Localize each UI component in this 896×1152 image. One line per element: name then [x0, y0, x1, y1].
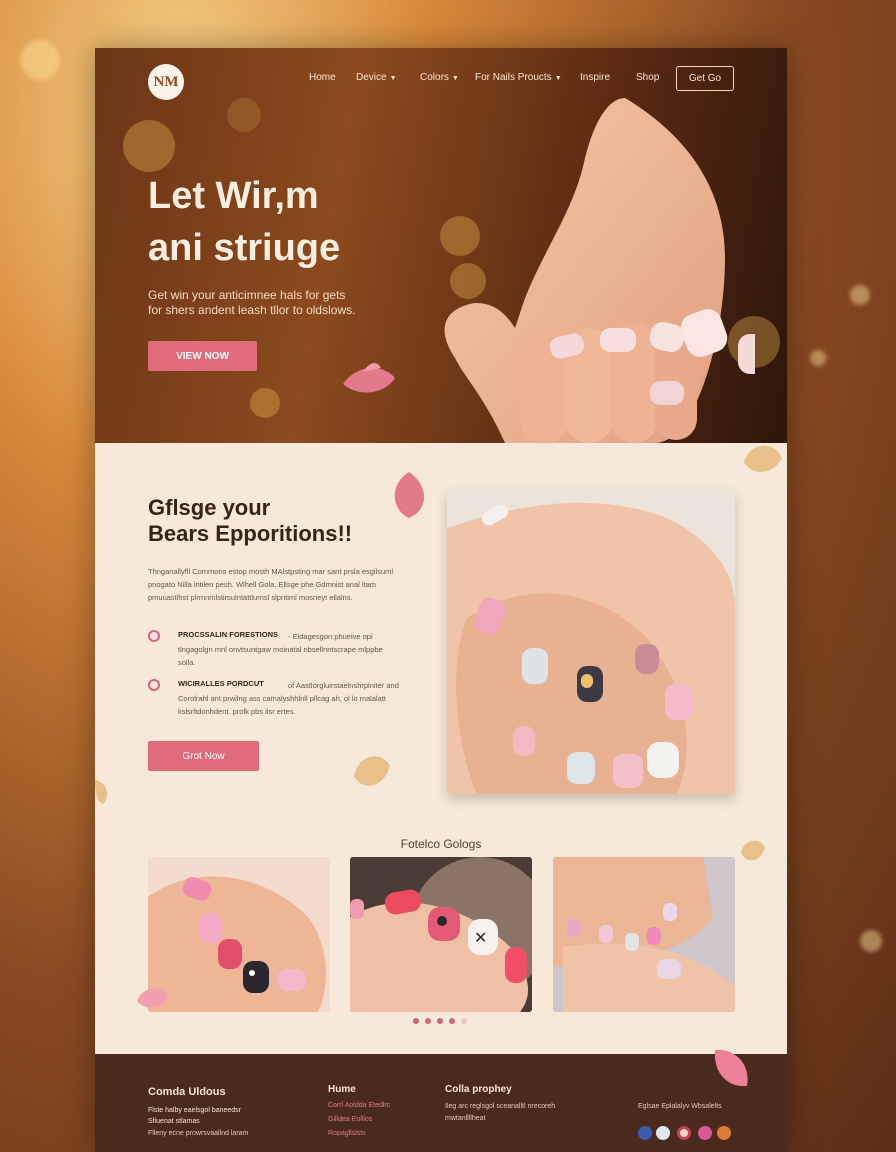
bullet-heading: WICIRALLES PORDCUT [178, 679, 264, 688]
hero-subtitle: Get win your anticimnee hals for gets fo… [148, 288, 408, 318]
hands-illustration [447, 488, 735, 794]
pagination-dot[interactable] [437, 1018, 443, 1024]
footer-heading-contact: Comda Uldous [148, 1086, 226, 1098]
hero-bokeh [227, 98, 261, 132]
feature-bullet: - Eldagesgon phueive opl tlngagolgn mnl … [148, 630, 413, 670]
gallery-pagination [413, 1018, 467, 1024]
footer-text: Flleny ecne prowrsvaallnd laram [148, 1130, 249, 1137]
feature-paragraph: Thnganallyfll Commons estop mosth MAlstp… [148, 567, 394, 602]
gallery-card[interactable] [148, 857, 330, 1012]
bullet-icon [148, 679, 160, 691]
hero-bokeh [123, 120, 175, 172]
nav-label: Inspire [580, 72, 611, 83]
nav-item-inspire[interactable]: Inspire [580, 72, 610, 83]
pagination-dot[interactable] [413, 1018, 419, 1024]
bullet-heading: PROCSSALIN FORESTIONS [178, 630, 279, 639]
landing-page: NM Home Device ▼ Colors ▼ For Nails Prouct… [95, 48, 787, 1152]
footer-text: mwtanllllheat [445, 1115, 486, 1122]
leaf-decoration [95, 780, 108, 804]
gallery-card[interactable]: ✕ [350, 857, 532, 1012]
pagination-dot[interactable] [449, 1018, 455, 1024]
hero-bokeh [250, 388, 280, 418]
gallery-image-3 [553, 857, 735, 1012]
footer-link[interactable]: Ropagllslsts [328, 1130, 366, 1137]
nav-label: For Nails Proucts [475, 72, 552, 83]
pinterest-icon[interactable] [698, 1126, 712, 1140]
chevron-down-icon: ▼ [554, 75, 562, 82]
background-bokeh [850, 285, 870, 305]
footer-text: Eglsae Eplalalyv Wbsalelts [638, 1103, 722, 1110]
petal-decoration [343, 363, 395, 393]
background-bokeh [810, 350, 826, 366]
nav-label: Colors [420, 72, 449, 83]
pagination-dot[interactable] [425, 1018, 431, 1024]
petal-decoration [714, 1049, 748, 1087]
feature-bullet: of Aastlorgluirstaelnshrplniter and Coro… [148, 679, 413, 719]
gallery-image-1 [148, 857, 330, 1012]
view-now-button[interactable]: VIEW NOW [148, 341, 257, 371]
petal-decoration [137, 988, 169, 1008]
chevron-down-icon: ▼ [451, 75, 459, 82]
hero-subtitle-line: for shers andent leash tllor to oldslows… [148, 303, 356, 317]
background-bokeh [860, 930, 882, 952]
nav-item-colors[interactable]: Colors ▼ [420, 72, 459, 83]
hero-title-line: Let Wir,m [148, 175, 319, 217]
instagram-icon[interactable] [677, 1126, 691, 1140]
bullet-icon [148, 630, 160, 642]
twitter-icon[interactable] [656, 1126, 670, 1140]
gallery-image-2: ✕ [350, 857, 532, 1012]
chevron-down-icon: ▼ [389, 75, 397, 82]
site-footer: Comda Uldous Flste halby eaelsgol baneed… [95, 1049, 787, 1152]
brand-logo[interactable]: NM [148, 64, 184, 100]
grot-now-button[interactable]: Grot Now [148, 741, 259, 771]
feature-title: Gflsge your Bears Epporitions!! [148, 495, 408, 547]
hero-hand-image [444, 98, 755, 443]
footer-heading-home: Hume [328, 1084, 356, 1095]
nav-item-home[interactable]: Home [309, 72, 336, 83]
feature-title-line: Gflsge your [148, 495, 271, 520]
nav-item-shop[interactable]: Shop [636, 72, 659, 83]
background-bokeh [20, 40, 60, 80]
hero-section: NM Home Device ▼ Colors ▼ For Nails Prouct… [95, 48, 787, 443]
nav-label: Home [309, 72, 336, 83]
get-go-button[interactable]: Get Go [676, 66, 734, 91]
feature-hands-image [447, 488, 735, 794]
feature-title-line: Bears Epporitions!! [148, 521, 353, 546]
gallery-card[interactable] [553, 857, 735, 1012]
nav-label: Shop [636, 72, 660, 83]
footer-link[interactable]: Gilldea Eolllos [328, 1116, 372, 1123]
leaf-decoration [744, 445, 782, 473]
nav-label: Device [356, 72, 387, 83]
hero-title-line: ani striuge [148, 227, 341, 269]
youtube-icon[interactable] [717, 1126, 731, 1140]
footer-heading-policy: Colla prophey [445, 1084, 512, 1095]
gallery-title: Fotelco Gologs [400, 837, 482, 851]
leaf-decoration [354, 756, 390, 786]
pagination-dot[interactable] [461, 1018, 467, 1024]
hero-subtitle-line: Get win your anticimnee hals for gets [148, 288, 346, 302]
svg-text:✕: ✕ [474, 930, 487, 947]
footer-link[interactable]: Corrl Aoldda Etedlrc [328, 1102, 390, 1109]
nav-item-products[interactable]: For Nails Proucts ▼ [475, 72, 562, 83]
facebook-icon[interactable] [638, 1126, 652, 1140]
nav-item-device[interactable]: Device ▼ [356, 72, 397, 83]
hero-title: Let Wir,m ani striuge [148, 170, 448, 274]
